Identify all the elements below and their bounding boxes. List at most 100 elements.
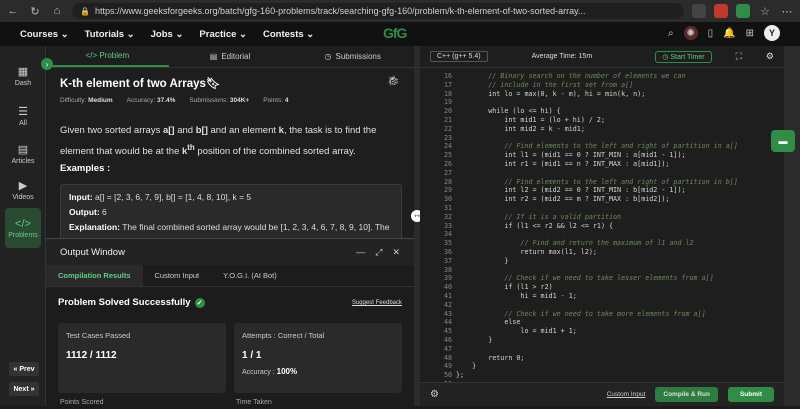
gfg-logo[interactable]: GfG	[383, 25, 407, 41]
example-box: Input: a[] = [2, 3, 6, 7, 9], b[] = [1, …	[60, 184, 402, 244]
menu-icon[interactable]: ⋯	[780, 5, 794, 18]
nav-jobs[interactable]: Jobs ⌄	[151, 29, 184, 40]
desc-superscript: th	[187, 143, 195, 152]
line-number: 36	[443, 248, 452, 256]
sidebar-item-all[interactable]: ☰ All	[5, 98, 41, 134]
tab-editorial[interactable]: ▤ Editorial	[169, 46, 292, 67]
extension-icon[interactable]	[736, 4, 750, 18]
bell-icon[interactable]: 🔔	[723, 28, 735, 39]
back-icon[interactable]: ←	[6, 5, 20, 17]
line-number: 29	[443, 186, 452, 195]
extension-icon[interactable]	[714, 4, 728, 18]
tab-submissions[interactable]: ◷ Submissions	[291, 46, 414, 67]
line-number: 50	[443, 371, 452, 380]
close-icon[interactable]: ✕	[392, 247, 400, 258]
line-number: 40	[443, 283, 452, 292]
compile-run-button[interactable]: Compile & Run	[655, 387, 718, 402]
code-area[interactable]: 16 // Binary search on the number of ele…	[420, 70, 784, 383]
grid-icon[interactable]: ⊞	[746, 28, 754, 39]
tab-custom-input[interactable]: Custom Input	[143, 265, 212, 286]
start-timer-button[interactable]: ◷ Start Timer	[655, 50, 712, 63]
test-cases-card: Test Cases Passed 1112 / 1112	[58, 323, 226, 393]
expand-icon[interactable]: ⤢	[375, 247, 382, 258]
refresh-icon[interactable]: ↻	[28, 5, 42, 18]
output-header: Output Window — ⤢ ✕	[46, 239, 414, 265]
bookmark-icon[interactable]: 🔖︎	[206, 78, 221, 90]
code-line: }	[456, 362, 477, 371]
gear-icon[interactable]: ⚙	[430, 389, 439, 400]
video-icon: ▶	[18, 180, 28, 192]
code-line: if (l1 > r2)	[456, 283, 553, 292]
sidebar-item-dash[interactable]: ▦ Dash	[5, 58, 41, 94]
code-line: int l1 = (mid1 == 0 ? INT_MIN : a[mid1 -…	[456, 151, 686, 160]
tab-problem[interactable]: </> Problem	[46, 46, 169, 67]
code-line: // If it is a valid partition	[456, 212, 622, 221]
search-icon[interactable]: ⌕	[668, 28, 674, 39]
example-input-label: Input:	[69, 192, 93, 202]
submit-button[interactable]: Submit	[727, 387, 774, 402]
nav-courses[interactable]: Courses ⌄	[20, 29, 69, 40]
time-taken-label: Time Taken	[236, 399, 272, 406]
dashboard-icon: ▦	[17, 66, 29, 78]
editor-footer: ⚙ Custom Input Compile & Run Submit	[420, 382, 784, 406]
line-number: 37	[443, 256, 452, 265]
suggest-feedback-link[interactable]: Suggest Feedback	[352, 300, 402, 306]
home-icon[interactable]: ⌂	[50, 5, 64, 17]
fullscreen-icon[interactable]: ⛶	[736, 51, 742, 62]
points: Points: 4	[263, 97, 288, 104]
clock-icon: ◷	[324, 52, 332, 61]
next-button[interactable]: Next »	[9, 382, 39, 396]
code-line: return max(l1, l2);	[456, 248, 597, 256]
sidebar-item-articles[interactable]: ▤ Articles	[5, 136, 41, 172]
code-line: };	[456, 371, 465, 380]
nav-contests[interactable]: Contests ⌄	[263, 29, 314, 40]
line-number: 38	[443, 265, 452, 274]
example-output-value: 6	[99, 207, 107, 217]
code-line: int l2 = (mid2 == 0 ? INT_MIN : b[mid2 -…	[456, 186, 686, 195]
line-number: 21	[443, 116, 452, 124]
line-number: 45	[443, 327, 452, 336]
bug-report-icon[interactable]: 🐞︎	[387, 76, 400, 87]
tab-yogi-bot[interactable]: Y.O.G.I. (AI Bot)	[211, 265, 289, 286]
code-line: // Find and return the maximum of l1 and…	[456, 239, 694, 248]
line-number: 24	[443, 142, 452, 151]
output-window: Output Window — ⤢ ✕ Compilation Results …	[46, 238, 414, 406]
problem-description: Given two sorted arrays a[] and b[] and …	[60, 122, 400, 160]
desc-text: Given two sorted arrays	[60, 125, 163, 136]
editor-toolbar: C++ (g++ 5.4) Average Time: 15m ◷ Start …	[420, 46, 784, 68]
line-number: 32	[443, 212, 452, 221]
line-number: 26	[443, 160, 452, 168]
collapse-sidebar-icon[interactable]: ›	[41, 58, 53, 70]
phone-icon[interactable]: ▯	[708, 28, 714, 39]
line-number: 20	[443, 107, 452, 116]
code-line: // include in the first set from a[]	[456, 80, 634, 89]
minimize-icon[interactable]: —	[356, 247, 365, 258]
nav-tutorials[interactable]: Tutorials ⌄	[85, 29, 135, 40]
extension-icon[interactable]	[692, 4, 706, 18]
status-text: Problem Solved Successfully	[58, 297, 191, 308]
tab-compilation-results[interactable]: Compilation Results	[46, 265, 143, 286]
code-line: int r2 = (mid2 == m ? INT_MAX : b[mid2])…	[456, 195, 670, 204]
sidebar-item-videos[interactable]: ▶ Videos	[5, 172, 41, 208]
code-line: int lo = max(0, k - m), hi = min(k, n);	[456, 89, 646, 98]
nav-practice[interactable]: Practice ⌄	[199, 29, 247, 40]
custom-input-link[interactable]: Custom Input	[607, 391, 646, 398]
prev-button[interactable]: « Prev	[9, 362, 39, 376]
avatar[interactable]: Y	[764, 25, 780, 41]
accuracy: Accuracy: 37.4%	[127, 97, 176, 104]
favorites-icon[interactable]: ☆	[758, 5, 772, 18]
line-number: 49	[443, 362, 452, 371]
problem-title-text: K-th element of two Arrays	[60, 78, 206, 90]
settings-icon[interactable]: ⚙	[766, 51, 774, 62]
code-editor-panel: C++ (g++ 5.4) Average Time: 15m ◷ Start …	[420, 46, 784, 406]
line-number: 39	[443, 274, 452, 283]
sidebar-item-problems[interactable]: </> Problems	[5, 208, 41, 248]
address-bar[interactable]: 🔒 https://www.geeksforgeeks.org/batch/gf…	[72, 3, 684, 19]
theme-toggle-icon[interactable]: ✺	[683, 26, 698, 40]
chat-icon[interactable]: ▬	[771, 130, 795, 152]
lock-icon: 🔒	[80, 6, 90, 16]
accuracy-label: Accuracy:	[126, 97, 156, 104]
list-icon: ☰	[18, 106, 28, 118]
tab-label: Editorial	[221, 52, 251, 61]
language-select[interactable]: C++ (g++ 5.4)	[430, 51, 488, 62]
